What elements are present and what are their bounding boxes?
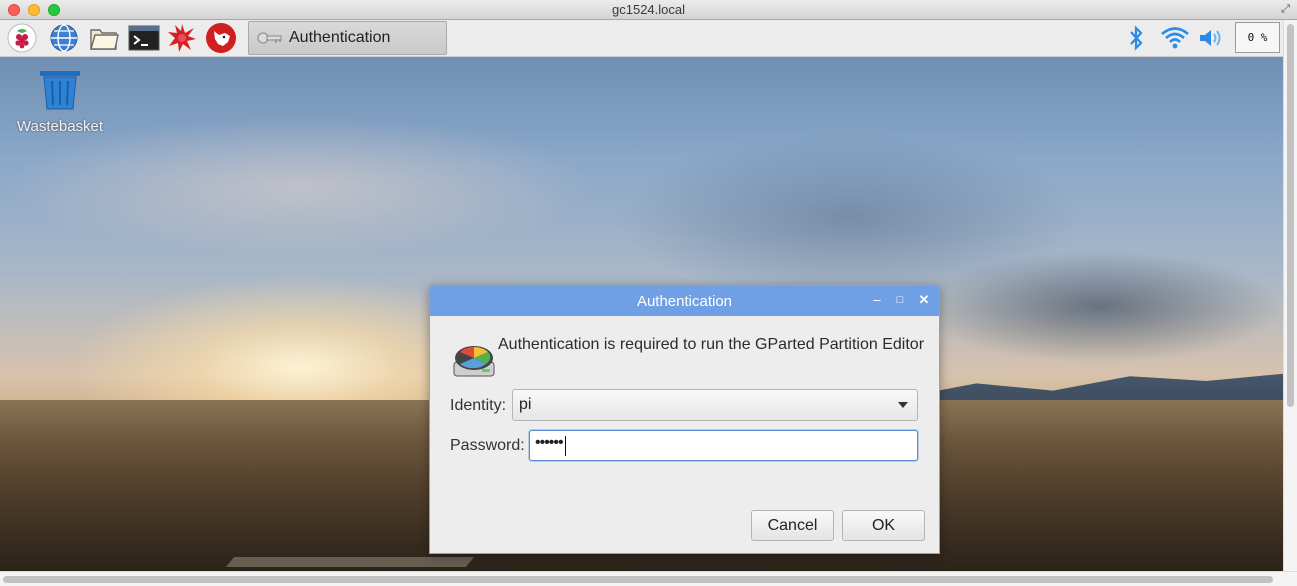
identity-select-value: pi [519,396,532,413]
password-field-value: •••••• [535,434,564,451]
wifi-icon [1161,27,1189,49]
bluetooth-icon [1130,25,1143,51]
dropdown-arrow-icon [898,402,908,408]
text-cursor [565,436,566,456]
taskbar-panel: Authentication 0 % [0,20,1283,57]
web-browser-launcher[interactable] [48,22,80,54]
cancel-button[interactable]: Cancel [751,510,834,541]
mathematica-launcher[interactable] [166,22,198,54]
bluetooth-button[interactable] [1125,24,1147,52]
terminal-launcher[interactable] [128,22,160,54]
horizontal-scrollbar[interactable] [0,571,1297,586]
wastebasket-label: Wastebasket [16,118,104,135]
wastebasket-desktop-icon[interactable]: Wastebasket [10,69,110,135]
authentication-dialog: Authentication ‒ □ ✕ Authentication is r… [429,285,940,554]
ok-button[interactable]: OK [842,510,925,541]
wolf-icon [206,23,236,53]
dialog-message: Authentication is required to run the GP… [498,336,925,353]
window-titlebar: gc1524.local ⤢ [0,0,1297,20]
vertical-scrollbar-thumb[interactable] [1287,24,1294,407]
dialog-title: Authentication [636,293,733,310]
raspberry-icon [7,23,37,53]
identity-select[interactable]: pi [512,389,918,421]
cpu-usage-label: 0 % [1247,31,1268,44]
identity-label: Identity: [450,397,507,414]
desktop-wallpaper-road [225,557,475,567]
dialog-titlebar[interactable]: Authentication ‒ □ ✕ [430,286,939,316]
file-manager-launcher[interactable] [88,22,120,54]
gparted-drive-icon [453,346,495,377]
folder-icon [90,29,119,50]
dialog-close-icon[interactable]: ✕ [916,292,932,308]
terminal-icon [128,25,160,51]
password-field[interactable]: •••••• [529,430,918,461]
volume-icon [1200,30,1221,46]
window-title: gc1524.local [612,2,685,17]
password-label: Password: [450,437,525,454]
vertical-scrollbar[interactable] [1283,20,1297,571]
fullscreen-arrows-icon[interactable]: ⤢ [1279,3,1292,16]
taskbar-item-label: Authentication [289,29,391,46]
key-icon [257,32,282,44]
wolfram-launcher[interactable] [205,22,237,54]
taskbar-item-authentication[interactable]: Authentication [248,21,447,55]
volume-button[interactable] [1197,24,1227,52]
dialog-maximize-icon[interactable]: □ [892,292,908,308]
dialog-minimize-icon[interactable]: ‒ [869,292,885,308]
burst-star-icon [168,24,196,52]
trash-icon [40,71,80,110]
menu-raspberry-button[interactable] [6,22,38,54]
horizontal-scrollbar-thumb[interactable] [3,576,1273,583]
desktop-wallpaper-hills [900,373,1283,405]
cpu-usage-monitor[interactable]: 0 % [1235,22,1280,53]
globe-icon [50,24,78,52]
wifi-button[interactable] [1159,24,1191,52]
